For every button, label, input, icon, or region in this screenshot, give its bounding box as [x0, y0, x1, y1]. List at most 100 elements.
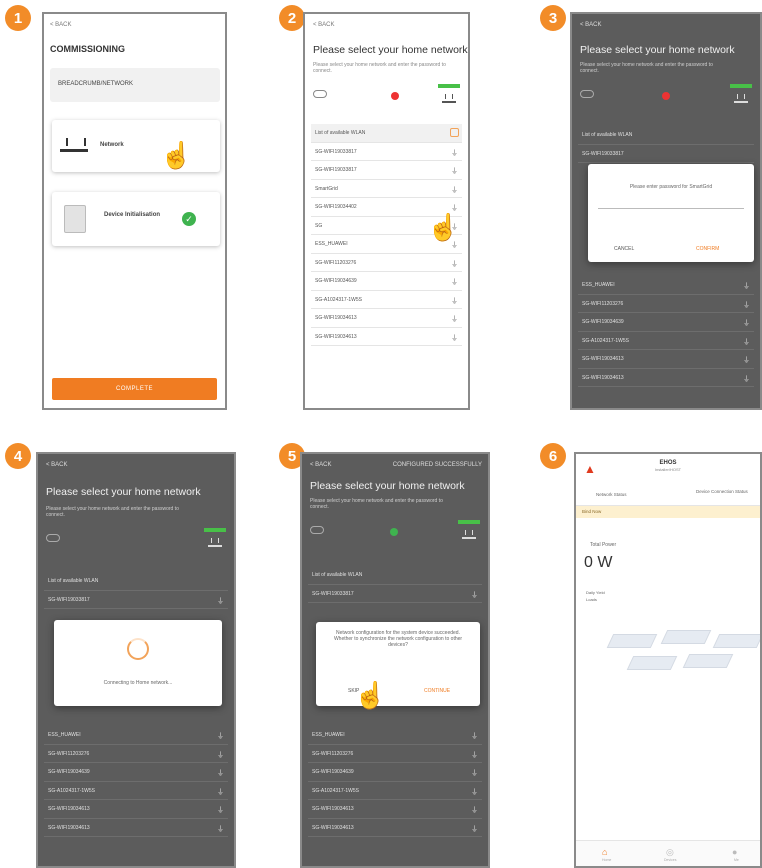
step-badge-4: 4	[5, 443, 31, 469]
plant-title[interactable]: EHOS	[576, 460, 760, 466]
list-item[interactable]: SG-WIFI19034639 ⏚	[311, 272, 462, 291]
list-item[interactable]: SG-WIFI19033817 ⏚	[311, 161, 462, 180]
back-button[interactable]: < BACK	[46, 462, 68, 468]
list-item[interactable]: SG-WIFI11203276 ⏚	[308, 745, 482, 763]
network-list: List of available WLAN SG-WIFI19033817 ⏚	[44, 572, 228, 609]
wifi-icon: ⏚	[217, 807, 224, 814]
continue-button[interactable]: CONTINUE	[424, 688, 450, 694]
app-header: ▲ EHOS Installer/HOST	[576, 454, 760, 488]
network-name: SG-WIFI11203276	[582, 300, 624, 307]
list-item[interactable]: SG-WIFI19034639 ⏚	[44, 763, 228, 782]
network-card[interactable]: Network ☝	[52, 120, 220, 172]
daily-yield-label: Daily Yield	[586, 590, 605, 595]
list-item[interactable]: SG-WIFI19033817 ⏚	[311, 143, 462, 161]
list-header-label: List of available WLAN	[315, 130, 366, 136]
list-item[interactable]: SG-WIFI19033817	[578, 145, 754, 163]
list-header: List of available WLAN	[311, 124, 462, 143]
wifi-icon: ⏚	[451, 260, 458, 268]
wifi-icon: ⏚	[471, 733, 478, 740]
list-item[interactable]: SG-WIFI19034613 ⏚	[308, 800, 482, 819]
page-subtitle: Please select your home network and ente…	[580, 62, 713, 74]
router-icon	[462, 530, 476, 539]
back-button[interactable]: < BACK	[50, 22, 72, 28]
list-item[interactable]: SG-WIFI19034639 ⏚	[578, 313, 754, 332]
step-badge-2: 2	[279, 5, 305, 31]
router-icon	[734, 94, 748, 103]
refresh-icon[interactable]	[450, 128, 459, 137]
list-header-label: List of available WLAN	[312, 572, 363, 578]
step-badge-1: 1	[5, 5, 31, 31]
network-name: SG-A1024317-1W5S	[582, 337, 629, 344]
device-init-card[interactable]: Device Initialisation ✓	[52, 192, 220, 246]
list-item[interactable]: SG-WIFI19034613 ⏚	[311, 309, 462, 328]
connection-status-icons	[313, 84, 460, 110]
complete-button[interactable]: COMPLETE	[52, 378, 217, 400]
cloud-icon	[310, 526, 324, 534]
list-item[interactable]: ESS_HUAWEI ⏚	[44, 726, 228, 745]
screen-2-select-network: < BACK Please select your home network P…	[303, 12, 470, 410]
me-icon[interactable]: ●	[732, 847, 737, 857]
bind-banner[interactable]: Bind Now	[576, 506, 760, 518]
list-item[interactable]: SG-A1024317-1W5S ⏚	[308, 782, 482, 800]
tab-me[interactable]: Me	[734, 858, 739, 862]
network-list-below: ESS_HUAWEI ⏚ SG-WIFI11203276 ⏚ SG-WIFI1903…	[308, 726, 482, 837]
tab-home[interactable]: Home	[602, 858, 611, 862]
signal-bar	[438, 84, 460, 88]
list-item[interactable]: SG-WIFI11203276 ⏚	[44, 745, 228, 763]
wifi-icon: ⏚	[743, 375, 750, 383]
wifi-icon: ⏚	[743, 301, 750, 309]
wifi-icon: ⏚	[451, 316, 458, 323]
list-item[interactable]: SG-WIFI19034613 ⏚	[44, 819, 228, 837]
banner-text: Bind Now	[582, 509, 602, 514]
router-icon	[442, 94, 456, 103]
wifi-icon: ⏚	[743, 357, 750, 364]
list-item[interactable]: SG-A1024317-1W5S ⏚	[311, 291, 462, 309]
network-name: SG	[315, 222, 323, 229]
wifi-icon: ⏚	[471, 751, 478, 759]
bottom-tab-bar: ⌂ Home ◎ Devices ● Me	[576, 840, 760, 866]
list-item[interactable]: SG-WIFI19034613 ⏚	[311, 328, 462, 346]
network-name: SG-A1024317-1W5S	[48, 787, 95, 794]
tab-devices[interactable]: Devices	[664, 858, 676, 862]
list-item[interactable]: ESS_HUAWEI ⏚	[578, 276, 754, 295]
list-item[interactable]: ESS_HUAWEI ⏚	[308, 726, 482, 745]
list-item[interactable]: SmartGrid ⏚	[311, 180, 462, 198]
network-list: List of available WLAN SG-WIFI19033817	[578, 126, 754, 163]
list-item[interactable]: SG-WIFI11203276 ⏚	[578, 295, 754, 313]
back-button[interactable]: < BACK	[310, 462, 332, 468]
back-button[interactable]: < BACK	[580, 22, 602, 28]
list-item[interactable]: SG-A1024317-1W5S ⏚	[578, 332, 754, 350]
device-init-label: Device Initialisation	[104, 212, 161, 218]
dialog-message: Please enter password for SmartGrid	[629, 184, 713, 190]
confirm-button[interactable]: CONFIRM	[696, 246, 719, 252]
step-badge-3: 3	[540, 5, 566, 31]
cancel-button[interactable]: CANCEL	[614, 246, 634, 252]
network-list-below: ESS_HUAWEI ⏚ SG-WIFI11203276 ⏚ SG-WIFI1903…	[578, 276, 754, 387]
home-icon[interactable]: ⌂	[602, 847, 607, 857]
network-name: SG-A1024317-1W5S	[312, 787, 359, 794]
list-item[interactable]: SG-WIFI11203276 ⏚	[311, 254, 462, 272]
list-item[interactable]: SG-WIFI19034613 ⏚	[578, 350, 754, 369]
wifi-icon: ⏚	[451, 149, 458, 157]
network-name: SG-WIFI19033817	[582, 150, 624, 157]
password-field[interactable]	[598, 208, 744, 209]
tap-hand-icon: ☝	[160, 140, 193, 170]
list-item[interactable]: SG-A1024317-1W5S ⏚	[44, 782, 228, 800]
loads-label: Loads	[586, 597, 597, 602]
list-item[interactable]: SG-WIFI19033817 ⏚	[308, 585, 482, 603]
list-item[interactable]: SG-WIFI19034613 ⏚	[44, 800, 228, 819]
screen-4-connecting: < BACK Please select your home network P…	[36, 452, 236, 868]
list-item[interactable]: SG-WIFI19034639 ⏚	[308, 763, 482, 782]
connection-status-icons	[46, 528, 226, 554]
list-header-label: List of available WLAN	[582, 132, 633, 138]
list-item[interactable]: SG-WIFI19034613 ⏚	[308, 819, 482, 837]
breadcrumb-card: BREADCRUMB/NETWORK	[50, 68, 220, 102]
signal-bar	[204, 528, 226, 532]
list-item[interactable]: SG-WIFI19034613 ⏚	[578, 369, 754, 387]
list-item[interactable]: SG-WIFI19033817 ⏚	[44, 591, 228, 609]
devices-icon[interactable]: ◎	[666, 847, 674, 858]
network-name: ESS_HUAWEI	[48, 732, 81, 738]
back-button[interactable]: < BACK	[313, 22, 335, 28]
plant-subtitle: Installer/HOST	[654, 467, 682, 472]
network-name: SG-WIFI19033817	[312, 590, 354, 597]
